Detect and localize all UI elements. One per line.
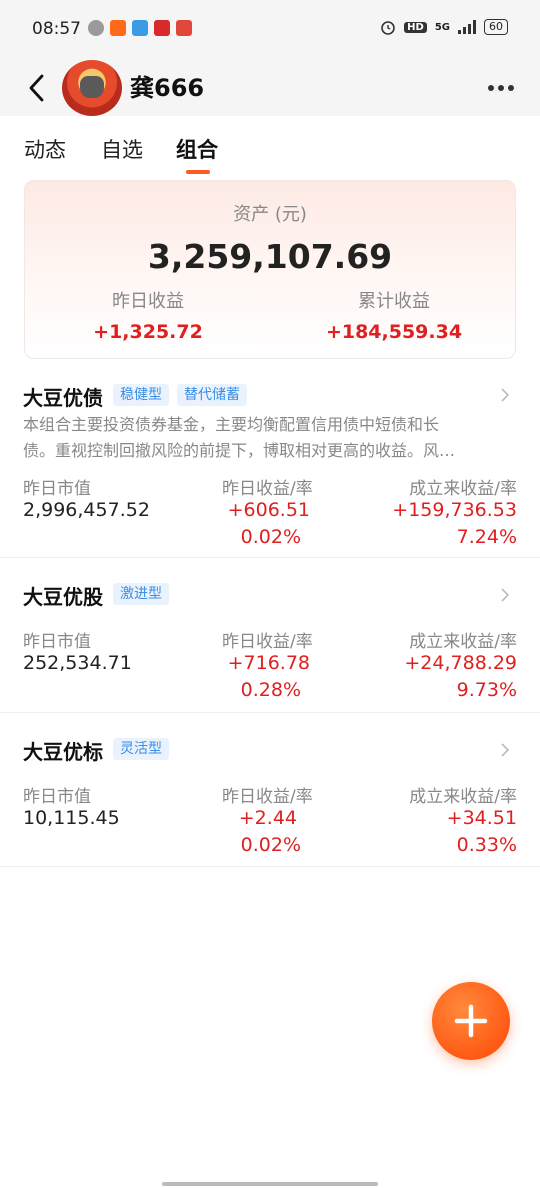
category-tag: 替代储蓄: [177, 384, 247, 406]
risk-tag: 稳健型: [113, 384, 169, 406]
add-portfolio-button[interactable]: [432, 982, 510, 1060]
home-indicator[interactable]: [162, 1182, 378, 1186]
market-value-label: 昨日市值: [23, 632, 91, 652]
since-inception-label: 成立来收益/率: [409, 632, 517, 652]
tab-watchlist[interactable]: 自选: [101, 134, 143, 164]
total-gain: +159,736.53: [392, 499, 517, 521]
total-rate: 0.33%: [456, 834, 517, 856]
portfolio-card[interactable]: 大豆优股 激进型 昨日市值 昨日收益/率 成立来收益/率 252,534.71 …: [0, 558, 540, 713]
yesterday-rate: 0.28%: [240, 679, 301, 701]
description-line: 债。重视控制回撤风险的前提下，博取相对更高的收益。风…: [23, 441, 456, 460]
active-tab-indicator: [186, 170, 210, 174]
yesterday-gain: +2.44: [238, 807, 297, 829]
yesterday-return-label: 昨日收益/率: [222, 787, 313, 807]
tab-bar: 动态 自选 组合: [0, 116, 540, 176]
market-value-label: 昨日市值: [23, 787, 91, 807]
total-gain: +24,788.29: [404, 652, 517, 674]
tab-dynamics[interactable]: 动态: [24, 134, 66, 164]
asset-label: 资产 (元): [233, 204, 307, 225]
yesterday-rate: 0.02%: [240, 526, 301, 548]
battery-indicator: 60: [484, 19, 508, 35]
app-header: 龚666: [0, 60, 540, 116]
signal-icon: [458, 20, 476, 34]
since-inception-label: 成立来收益/率: [409, 479, 517, 499]
market-value: 2,996,457.52: [23, 499, 150, 521]
yesterday-gain: +716.78: [227, 652, 310, 674]
portfolio-description: 本组合主要投资债券基金，主要均衡配置信用债中短债和长 债。重视控制回撤风险的前提…: [23, 412, 517, 464]
cumulative-gain-block: 累计收益 +184,559.34: [271, 287, 517, 343]
market-value: 10,115.45: [23, 807, 120, 829]
cumulative-gain-label: 累计收益: [358, 291, 430, 312]
risk-tag: 灵活型: [113, 738, 169, 760]
notification-icons: [88, 20, 192, 36]
plus-icon: [454, 1004, 488, 1038]
hd-icon: HD: [404, 21, 427, 33]
yesterday-gain: +606.51: [227, 499, 310, 521]
more-dots-icon: [488, 85, 494, 91]
taobao-icon: [110, 20, 126, 36]
wechat-icon: [88, 20, 104, 36]
portfolio-name: 大豆优股: [23, 585, 103, 609]
network-label: 5G: [434, 21, 450, 33]
more-button[interactable]: [484, 74, 518, 102]
portfolio-card[interactable]: 大豆优标 灵活型 昨日市值 昨日收益/率 成立来收益/率 10,115.45 +…: [0, 713, 540, 867]
chevron-right-icon: [501, 388, 510, 402]
portfolio-tags: 灵活型: [113, 738, 169, 760]
avatar[interactable]: [62, 60, 122, 116]
chevron-right-icon: [501, 743, 510, 757]
status-bar: 08:57 HD 5G 60: [0, 0, 540, 60]
asset-summary-card: 资产 (元) 3,259,107.69 昨日收益 +1,325.72 累计收益 …: [24, 180, 516, 359]
since-inception-label: 成立来收益/率: [409, 787, 517, 807]
market-value: 252,534.71: [23, 652, 132, 674]
total-asset-value: 3,259,107.69: [147, 237, 393, 276]
chevron-right-icon: [501, 588, 510, 602]
description-line: 本组合主要投资债券基金，主要均衡配置信用债中短债和长: [23, 415, 440, 434]
yesterday-rate: 0.02%: [240, 834, 301, 856]
portfolio-name: 大豆优标: [23, 740, 103, 764]
portfolio-card[interactable]: 大豆优债 稳健型 替代储蓄 本组合主要投资债券基金，主要均衡配置信用债中短债和长…: [0, 370, 540, 558]
app-notification-icon: [176, 20, 192, 36]
cumulative-gain-value: +184,559.34: [325, 321, 463, 343]
yesterday-gain-value: +1,325.72: [93, 321, 203, 343]
app-notification-icon: [132, 20, 148, 36]
app-notification-icon: [154, 20, 170, 36]
yesterday-gain-block: 昨日收益 +1,325.72: [25, 287, 271, 343]
total-rate: 9.73%: [456, 679, 517, 701]
back-arrow-icon: [29, 74, 44, 102]
username: 龚666: [130, 74, 205, 102]
tab-portfolio[interactable]: 组合: [176, 134, 218, 164]
back-button[interactable]: [18, 68, 54, 108]
alarm-icon: [381, 21, 395, 35]
risk-tag: 激进型: [113, 583, 169, 605]
market-value-label: 昨日市值: [23, 479, 91, 499]
yesterday-return-label: 昨日收益/率: [222, 479, 313, 499]
portfolio-tags: 稳健型 替代储蓄: [113, 384, 247, 406]
total-gain: +34.51: [446, 807, 517, 829]
avatar-face-graphic: [80, 76, 104, 98]
yesterday-return-label: 昨日收益/率: [222, 632, 313, 652]
total-rate: 7.24%: [456, 526, 517, 548]
portfolio-tags: 激进型: [113, 583, 169, 605]
status-time: 08:57: [32, 19, 81, 39]
yesterday-gain-label: 昨日收益: [112, 291, 184, 312]
status-right: HD 5G 60: [380, 19, 508, 35]
portfolio-name: 大豆优债: [23, 386, 103, 410]
